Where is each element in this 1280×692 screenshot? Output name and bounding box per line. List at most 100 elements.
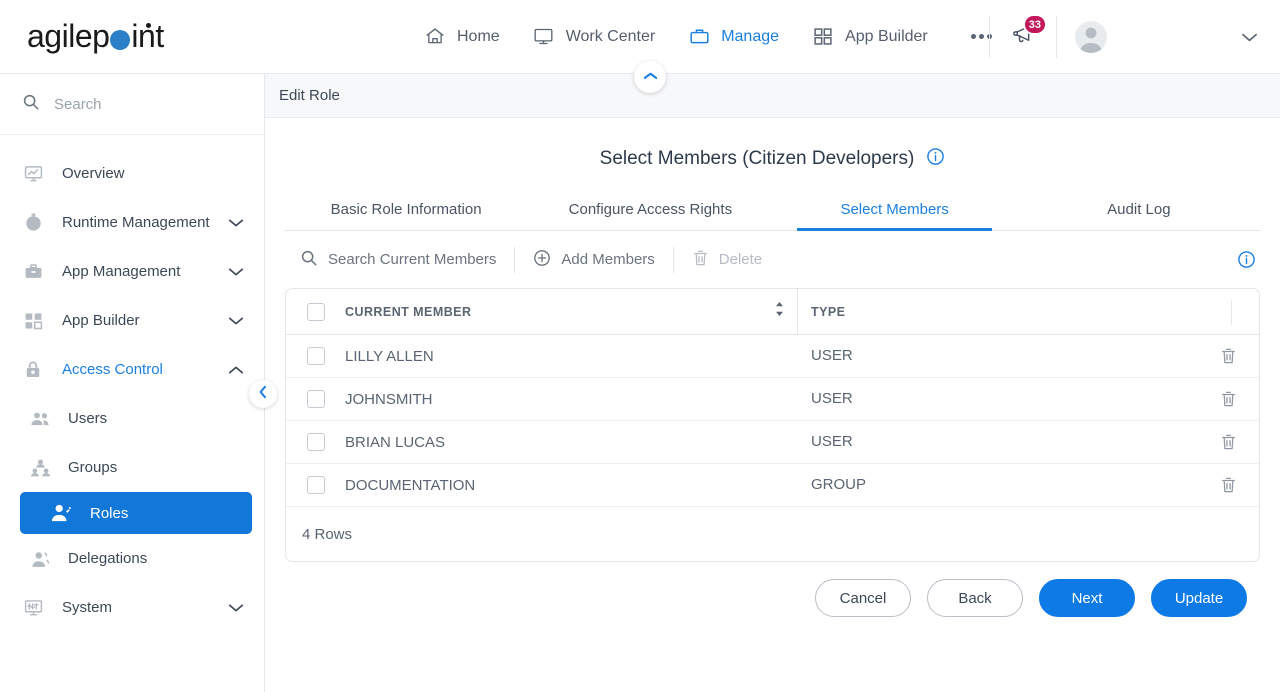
main-navigation: Home Work Center Manage App Builder bbox=[420, 19, 992, 55]
sidebar-item-system[interactable]: System bbox=[0, 583, 264, 632]
select-all-checkbox-cell bbox=[286, 302, 345, 321]
search-current-members-input[interactable]: Search Current Members bbox=[286, 249, 510, 271]
sidebar-collapse-button[interactable] bbox=[249, 380, 277, 408]
row-delete-icon[interactable] bbox=[1220, 390, 1237, 413]
header-column-divider bbox=[797, 289, 798, 335]
back-button[interactable]: Back bbox=[927, 579, 1023, 617]
members-table: CURRENT MEMBER TYPE LILLY ALLEN USER JOH… bbox=[285, 288, 1260, 562]
sidebar: Search Overview Runtime Management App M… bbox=[0, 74, 265, 692]
row-checkbox[interactable] bbox=[306, 476, 325, 494]
sidebar-label-groups: Groups bbox=[68, 459, 118, 476]
avatar[interactable] bbox=[1075, 21, 1107, 53]
column-header-label: TYPE bbox=[811, 304, 846, 319]
row-checkbox-cell bbox=[286, 347, 345, 365]
row-checkbox[interactable] bbox=[306, 390, 325, 408]
info-icon[interactable] bbox=[926, 147, 945, 171]
row-checkbox-cell bbox=[286, 390, 345, 408]
row-delete-icon[interactable] bbox=[1220, 476, 1237, 499]
cell-member-label: LILLY ALLEN bbox=[345, 347, 434, 365]
tab-audit-log[interactable]: Audit Log bbox=[1017, 190, 1261, 230]
update-button[interactable]: Update bbox=[1151, 579, 1247, 617]
chevron-up-icon bbox=[228, 365, 244, 375]
nav-item-home[interactable]: Home bbox=[420, 19, 502, 55]
nav-label-home: Home bbox=[457, 27, 500, 45]
toolbar-divider-2 bbox=[672, 246, 674, 273]
tab-label: Configure Access Rights bbox=[568, 201, 733, 218]
select-all-checkbox[interactable] bbox=[306, 302, 325, 321]
cell-type-label: GROUP bbox=[811, 476, 867, 493]
sidebar-label-access-control: Access Control bbox=[62, 361, 163, 378]
cancel-button[interactable]: Cancel bbox=[815, 579, 911, 617]
trash-icon bbox=[692, 249, 709, 271]
sidebar-item-overview[interactable]: Overview bbox=[0, 149, 264, 198]
cell-member-label: DOCUMENTATION bbox=[345, 476, 476, 494]
role-icon bbox=[49, 502, 73, 524]
sidebar-item-groups[interactable]: Groups bbox=[0, 443, 264, 492]
table-row[interactable]: BRIAN LUCAS USER bbox=[286, 421, 1259, 464]
row-checkbox[interactable] bbox=[306, 347, 325, 365]
table-row[interactable]: JOHNSMITH USER bbox=[286, 378, 1259, 421]
sidebar-item-delegations[interactable]: Delegations bbox=[0, 534, 264, 583]
table-header-row: CURRENT MEMBER TYPE bbox=[286, 289, 1259, 335]
grid-icon bbox=[810, 25, 836, 49]
sidebar-item-roles[interactable]: Roles bbox=[20, 492, 252, 534]
cell-type: USER bbox=[797, 347, 1259, 365]
chevron-down-icon bbox=[228, 218, 244, 228]
tab-label: Audit Log bbox=[1107, 201, 1171, 218]
tab-configure-access-rights[interactable]: Configure Access Rights bbox=[528, 190, 772, 230]
cancel-label: Cancel bbox=[839, 589, 887, 607]
chevron-left-icon bbox=[258, 385, 268, 404]
user-menu-chevron-down-icon[interactable] bbox=[1241, 32, 1258, 43]
row-checkbox[interactable] bbox=[306, 433, 325, 451]
sidebar-label-overview: Overview bbox=[62, 165, 125, 182]
sidebar-item-app-builder[interactable]: App Builder bbox=[0, 296, 264, 345]
column-header-label: CURRENT MEMBER bbox=[345, 304, 472, 319]
table-footer: 4 Rows bbox=[286, 507, 1259, 561]
monitor-icon bbox=[531, 25, 557, 49]
column-current-member[interactable]: CURRENT MEMBER bbox=[345, 301, 797, 322]
sidebar-item-runtime-management[interactable]: Runtime Management bbox=[0, 198, 264, 247]
delete-button[interactable]: Delete bbox=[678, 249, 776, 271]
nav-item-work-center[interactable]: Work Center bbox=[529, 19, 658, 55]
sidebar-item-users[interactable]: Users bbox=[0, 394, 264, 443]
users-icon bbox=[28, 408, 52, 430]
row-count-label: 4 Rows bbox=[302, 525, 353, 543]
row-delete-icon[interactable] bbox=[1220, 347, 1237, 370]
table-row[interactable]: LILLY ALLEN USER bbox=[286, 335, 1259, 378]
tab-label: Basic Role Information bbox=[330, 201, 482, 218]
sort-icon[interactable] bbox=[774, 301, 785, 322]
sidebar-label-users: Users bbox=[68, 410, 108, 427]
logo[interactable]: agilep int bbox=[0, 0, 265, 74]
cell-member-label: BRIAN LUCAS bbox=[345, 433, 446, 451]
table-row[interactable]: DOCUMENTATION GROUP bbox=[286, 464, 1259, 507]
chevron-down-icon bbox=[228, 316, 244, 326]
sidebar-menu: Overview Runtime Management App Manageme… bbox=[0, 135, 264, 632]
header-collapse-button[interactable] bbox=[634, 61, 666, 93]
next-button[interactable]: Next bbox=[1039, 579, 1135, 617]
page-title: Select Members (Citizen Developers) bbox=[599, 148, 915, 169]
announcements-button[interactable]: 33 bbox=[1004, 14, 1047, 54]
header-right-group: 33 bbox=[975, 0, 1280, 74]
briefcase-icon bbox=[686, 25, 712, 49]
tab-label: Select Members bbox=[840, 201, 949, 218]
cell-member: JOHNSMITH bbox=[345, 391, 797, 408]
info-icon[interactable] bbox=[1237, 250, 1256, 274]
cell-type-label: USER bbox=[811, 433, 853, 450]
nav-item-manage[interactable]: Manage bbox=[684, 19, 781, 55]
sidebar-item-app-management[interactable]: App Management bbox=[0, 247, 264, 296]
logo-i-dot-icon bbox=[145, 23, 151, 28]
add-members-button[interactable]: Add Members bbox=[519, 249, 668, 271]
nav-item-app-builder[interactable]: App Builder bbox=[808, 19, 930, 55]
main-content: Edit Role Select Members (Citizen Develo… bbox=[265, 74, 1280, 692]
row-delete-icon[interactable] bbox=[1220, 433, 1237, 456]
back-label: Back bbox=[958, 589, 992, 607]
tab-basic-role-information[interactable]: Basic Role Information bbox=[284, 190, 528, 230]
chevron-down-icon bbox=[228, 267, 244, 277]
sidebar-search-input[interactable]: Search bbox=[0, 74, 264, 135]
tab-select-members[interactable]: Select Members bbox=[773, 190, 1017, 231]
notification-badge: 33 bbox=[1022, 14, 1047, 35]
group-icon bbox=[28, 457, 52, 479]
sidebar-item-access-control[interactable]: Access Control bbox=[0, 345, 264, 394]
cell-type: USER bbox=[797, 433, 1259, 451]
plus-circle-icon bbox=[533, 249, 551, 271]
